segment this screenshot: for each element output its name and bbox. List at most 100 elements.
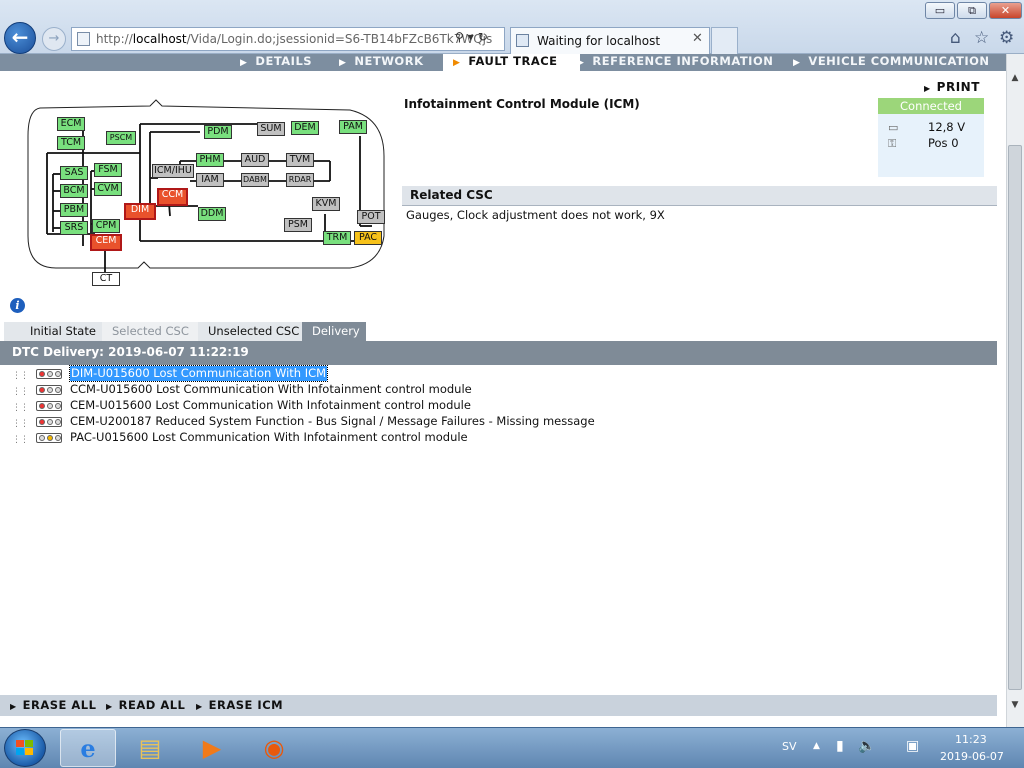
home-icon[interactable]: ⌂ <box>950 28 961 48</box>
tab-close-icon[interactable]: ✕ <box>692 31 703 46</box>
node-srs[interactable]: SRS <box>60 221 88 235</box>
browser-tab[interactable]: Waiting for localhost <box>510 27 710 54</box>
scroll-up-icon[interactable]: ▲ <box>1006 70 1024 87</box>
nav-tab-label: FAULT TRACE <box>468 54 558 68</box>
show-hidden-icons-icon[interactable]: ▲ <box>813 741 820 751</box>
node-kvm[interactable]: KVM <box>312 197 340 211</box>
node-cvm[interactable]: CVM <box>94 182 122 196</box>
erase-icm-label: ERASE ICM <box>208 698 284 712</box>
refresh-icon[interactable]: ↻ <box>478 30 492 44</box>
subtab-delivery[interactable]: Delivery <box>302 322 366 341</box>
back-button[interactable]: ← <box>4 22 36 54</box>
nav-tab-label: REFERENCE INFORMATION <box>592 54 774 68</box>
node-pscm[interactable]: PSCM <box>106 131 136 145</box>
node-ddm[interactable]: DDM <box>198 207 226 221</box>
nav-tab-network[interactable]: ▶ NETWORK <box>339 54 423 71</box>
network-tray-icon[interactable]: ▣ <box>906 738 919 754</box>
dropdown-icon[interactable]: ▾ <box>468 30 478 44</box>
language-indicator[interactable]: SV <box>782 740 797 753</box>
status-lights-icon <box>36 369 62 379</box>
maximize-button[interactable]: ⧉ <box>957 2 987 19</box>
erase-all-button[interactable]: ▶ ERASE ALL <box>10 695 96 716</box>
print-arrow-icon: ▶ <box>924 84 931 93</box>
voltage-row: ▭ 12,8 V <box>888 120 965 134</box>
nav-tab-label: VEHICLE COMMUNICATION <box>808 54 990 68</box>
subtab-unselected-csc[interactable]: Unselected CSC <box>198 322 302 341</box>
node-iam[interactable]: IAM <box>196 173 224 187</box>
expand-icon[interactable]: ⋮⋮ <box>12 433 29 448</box>
read-all-button[interactable]: ▶ READ ALL <box>106 695 185 716</box>
node-trm[interactable]: TRM <box>323 231 351 245</box>
address-actions[interactable]: ⚲▾↻ <box>455 30 492 44</box>
dtc-row[interactable]: ⋮⋮ CEM-U200187 Reduced System Function -… <box>12 414 992 430</box>
node-tcm[interactable]: TCM <box>57 136 85 150</box>
node-pam[interactable]: PAM <box>339 120 367 134</box>
node-ct[interactable]: CT <box>92 272 120 286</box>
print-button[interactable]: ▶ PRINT <box>924 80 980 94</box>
favorites-star-icon[interactable]: ☆ <box>974 28 989 48</box>
status-lights-icon <box>36 417 62 427</box>
tab-title: Waiting for localhost <box>537 34 661 48</box>
node-bcm[interactable]: BCM <box>60 184 88 198</box>
info-icon[interactable]: i <box>10 298 25 313</box>
subtab-initial-state[interactable]: Initial State <box>4 322 104 341</box>
nav-tab-reference-information[interactable]: ▶ REFERENCE INFORMATION <box>577 54 773 71</box>
nav-tab-vehicle-communication[interactable]: ▶ VEHICLE COMMUNICATION <box>793 54 990 71</box>
node-pbm[interactable]: PBM <box>60 203 88 217</box>
dtc-text: CEM-U015600 Lost Communication With Info… <box>70 398 471 412</box>
battery-icon: ▭ <box>888 121 899 134</box>
node-pdm[interactable]: PDM <box>204 125 232 139</box>
node-pac[interactable]: PAC <box>354 231 382 245</box>
node-rdar[interactable]: RDAR <box>286 173 314 187</box>
scrollbar-thumb[interactable] <box>1008 145 1022 690</box>
start-button[interactable] <box>4 729 46 767</box>
nav-arrow-icon: ▶ <box>240 58 248 68</box>
dtc-row[interactable]: ⋮⋮ DIM-U015600 Lost Communication With I… <box>12 365 992 382</box>
erase-all-label: ERASE ALL <box>22 698 97 712</box>
node-sum[interactable]: SUM <box>257 122 285 136</box>
clock-date[interactable]: 2019-06-07 <box>940 750 1004 763</box>
nav-tab-fault-trace[interactable]: ▶ FAULT TRACE <box>443 54 580 72</box>
node-cpm[interactable]: CPM <box>92 219 120 233</box>
search-icon[interactable]: ⚲ <box>455 30 468 44</box>
node-aud[interactable]: AUD <box>241 153 269 167</box>
dtc-row[interactable]: ⋮⋮ CCM-U015600 Lost Communication With I… <box>12 382 992 398</box>
status-lights-icon <box>36 401 62 411</box>
node-dabm[interactable]: DABM <box>241 173 269 187</box>
status-header: Connected <box>878 98 984 114</box>
url-host: localhost <box>132 32 187 46</box>
nav-tab-details[interactable]: ▶ DETAILS <box>240 54 312 71</box>
node-tvm[interactable]: TVM <box>286 153 314 167</box>
settings-gear-icon[interactable]: ⚙ <box>999 28 1014 48</box>
nav-arrow-icon: ▶ <box>577 58 585 68</box>
tab-page-icon <box>516 34 529 47</box>
windows-logo-icon <box>16 740 34 757</box>
dtc-row[interactable]: ⋮⋮ CEM-U015600 Lost Communication With I… <box>12 398 992 414</box>
node-psm[interactable]: PSM <box>284 218 312 232</box>
node-ecm[interactable]: ECM <box>57 117 85 131</box>
minimize-button[interactable]: ▭ <box>925 2 955 19</box>
forward-button[interactable]: → <box>42 27 66 51</box>
node-ccm[interactable]: CCM <box>157 188 188 206</box>
battery-tray-icon[interactable]: ▮ <box>836 738 844 754</box>
node-sas[interactable]: SAS <box>60 166 88 180</box>
node-phm[interactable]: PHM <box>196 153 224 167</box>
erase-icm-button[interactable]: ▶ ERASE ICM <box>196 695 283 716</box>
nav-arrow-icon: ▶ <box>793 58 801 68</box>
internet-explorer-icon: e <box>80 734 96 763</box>
dtc-list: ⋮⋮ DIM-U015600 Lost Communication With I… <box>12 365 992 446</box>
address-bar[interactable]: http://localhost/Vida/Login.do;jsessioni… <box>71 27 505 51</box>
scroll-down-icon[interactable]: ▼ <box>1006 697 1024 714</box>
dtc-row[interactable]: ⋮⋮ PAC-U015600 Lost Communication With I… <box>12 430 992 446</box>
key-icon: ⚿ <box>888 137 897 150</box>
node-pot[interactable]: POT <box>357 210 385 224</box>
node-dim[interactable]: DIM <box>124 203 156 220</box>
node-cem[interactable]: CEM <box>90 234 122 251</box>
close-window-button[interactable]: ✕ <box>989 2 1022 19</box>
new-tab-button[interactable] <box>711 27 738 54</box>
node-fsm[interactable]: FSM <box>94 163 122 177</box>
node-dem[interactable]: DEM <box>291 121 319 135</box>
volume-icon[interactable]: 🔈 <box>858 738 875 754</box>
node-icm-ihu[interactable]: ICM/IHU <box>152 164 194 178</box>
clock-time[interactable]: 11:23 <box>955 733 987 746</box>
